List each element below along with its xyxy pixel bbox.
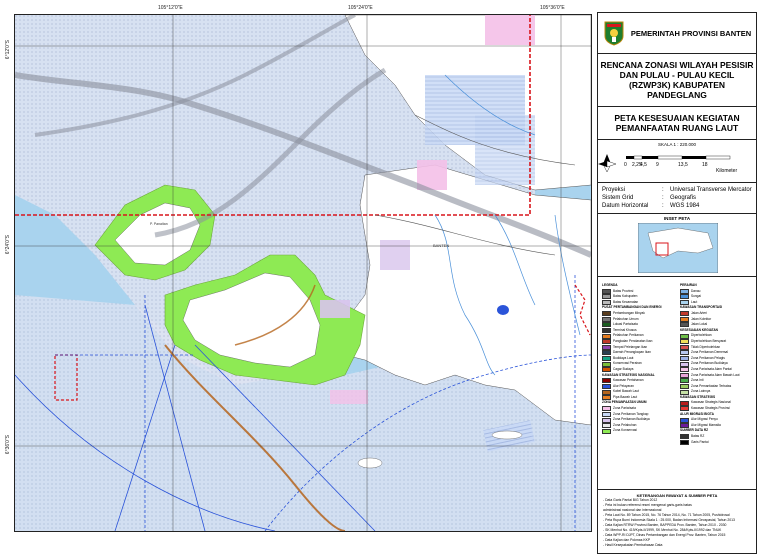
legend-swatch	[602, 367, 611, 373]
scale-bar: 0 2,25 4,5 9 13,5 18 Kilometer	[598, 154, 737, 174]
legend-swatch	[602, 344, 611, 350]
tourism-zone	[330, 390, 368, 404]
small-island	[357, 457, 383, 469]
map-sources: KETERANGAN RIWAYAT & SUMBER PETA - Data …	[598, 490, 756, 553]
legend-swatch	[680, 367, 689, 373]
legend-swatch	[602, 333, 611, 339]
scale-bar-box: SKALA 1 : 220.000 0 2,25 4,5 9 13,5 18 K…	[598, 140, 756, 183]
map-frame[interactable]: BANTEN P. Panaitan	[14, 14, 592, 532]
legend-swatch	[680, 417, 689, 423]
legend-swatch	[680, 350, 689, 356]
small-island	[491, 430, 523, 440]
coord-top-3: 105°36'0"E	[540, 5, 565, 11]
inset-map: INSET PETA	[598, 214, 756, 277]
legend-swatch	[602, 417, 611, 423]
aquaculture-zone	[380, 240, 410, 270]
map-canvas[interactable]: BANTEN P. Panaitan	[15, 15, 591, 531]
legend-swatch	[680, 439, 689, 445]
legend-swatch	[602, 339, 611, 345]
legend-swatch	[680, 400, 689, 406]
banten-emblem-icon	[604, 21, 624, 46]
legend-swatch	[680, 333, 689, 339]
legend-swatch	[602, 383, 611, 389]
legend-swatch	[602, 378, 611, 384]
map-label-banten: BANTEN	[433, 243, 449, 248]
legend-right-column: PERAIRAN Danau Sungai Laut KAWASAN TRANSPORT…	[680, 283, 754, 445]
legend-swatch	[680, 294, 689, 300]
coord-left-1: 6°12'0"S	[5, 40, 11, 60]
legend-item: Zona Konservasi	[602, 428, 676, 434]
legend-swatch	[602, 411, 611, 417]
map-legend-panel: PEMERINTAH PROVINSI BANTEN RENCANA ZONAS…	[597, 12, 757, 554]
legend-label: Zona Konservasi	[613, 428, 637, 433]
legend-swatch	[602, 328, 611, 334]
legend-swatch	[680, 300, 689, 306]
inset-heading: INSET PETA	[663, 216, 691, 221]
legend-item: Garis Pantai	[680, 440, 754, 446]
legend-swatch	[680, 311, 689, 317]
legend: LEGENDA Batas Provinsi Batas Kabupaten Bata…	[598, 277, 756, 490]
legend-swatch	[602, 316, 611, 322]
legend-swatch	[680, 322, 689, 328]
legend-swatch	[680, 406, 689, 412]
legend-swatch	[680, 356, 689, 362]
coord-top-1: 105°12'0"E	[158, 5, 183, 11]
legend-swatch	[602, 428, 611, 434]
scale-tick: 9	[656, 162, 659, 168]
scale-tick: 4,5	[640, 162, 647, 168]
legend-swatch	[602, 322, 611, 328]
legend-swatch	[680, 423, 689, 429]
coord-left-2: 6°24'0"S	[5, 235, 11, 255]
legend-swatch	[680, 389, 689, 395]
legend-label: Garis Pantai	[691, 439, 709, 444]
legend-swatch	[602, 300, 611, 306]
coord-left-3: 6°36'0"S	[5, 435, 11, 455]
scale-unit: Kilometer	[716, 168, 737, 174]
legend-swatch	[602, 423, 611, 429]
legend-swatch	[680, 339, 689, 345]
legend-swatch	[680, 288, 689, 294]
header-government: PEMERINTAH PROVINSI BANTEN	[598, 13, 756, 54]
scale-tick: 18	[702, 162, 708, 168]
legend-swatch	[602, 288, 611, 294]
projection-info: Proyeksi: Universal Transverse Mercator S…	[598, 183, 756, 214]
sources-lines: - Data Garis Pantai BIG Tahun 2012- Peta…	[603, 498, 751, 548]
legend-swatch	[680, 361, 689, 367]
map-title: RENCANA ZONASI WILAYAH PESISIR DAN PULAU…	[598, 54, 756, 107]
source-line: - Hasil Kesepakatan Pembahasan Data	[603, 543, 663, 547]
government-name: PEMERINTAH PROVINSI BANTEN	[630, 28, 752, 38]
legend-swatch	[680, 344, 689, 350]
legend-swatch	[602, 406, 611, 412]
scale-tick: 0	[624, 162, 627, 168]
map-subtitle: PETA KESESUAIAN KEGIATAN PEMANFAATAN RUA…	[598, 107, 756, 140]
legend-left-column: LEGENDA Batas Provinsi Batas Kabupaten Bata…	[602, 283, 676, 434]
fishing-zone-hatch	[475, 115, 535, 185]
legend-swatch	[602, 395, 611, 401]
tourism-zone	[485, 15, 535, 45]
legend-swatch	[680, 316, 689, 322]
legend-swatch	[680, 372, 689, 378]
legend-swatch	[602, 356, 611, 362]
legend-swatch	[602, 350, 611, 356]
legend-swatch	[602, 311, 611, 317]
map-label-island: P. Panaitan	[150, 222, 168, 226]
north-arrow-icon	[598, 154, 617, 173]
legend-swatch	[680, 434, 689, 440]
legend-swatch	[680, 378, 689, 384]
coord-top-2: 105°24'0"E	[348, 5, 373, 11]
legend-swatch	[680, 383, 689, 389]
legend-swatch	[602, 294, 611, 300]
scale-tick: 13,5	[678, 162, 688, 168]
aquaculture-zone	[320, 300, 350, 318]
legend-swatch	[602, 361, 611, 367]
lake	[497, 305, 509, 315]
legend-swatch	[602, 389, 611, 395]
inset-map-canvas	[638, 223, 718, 273]
